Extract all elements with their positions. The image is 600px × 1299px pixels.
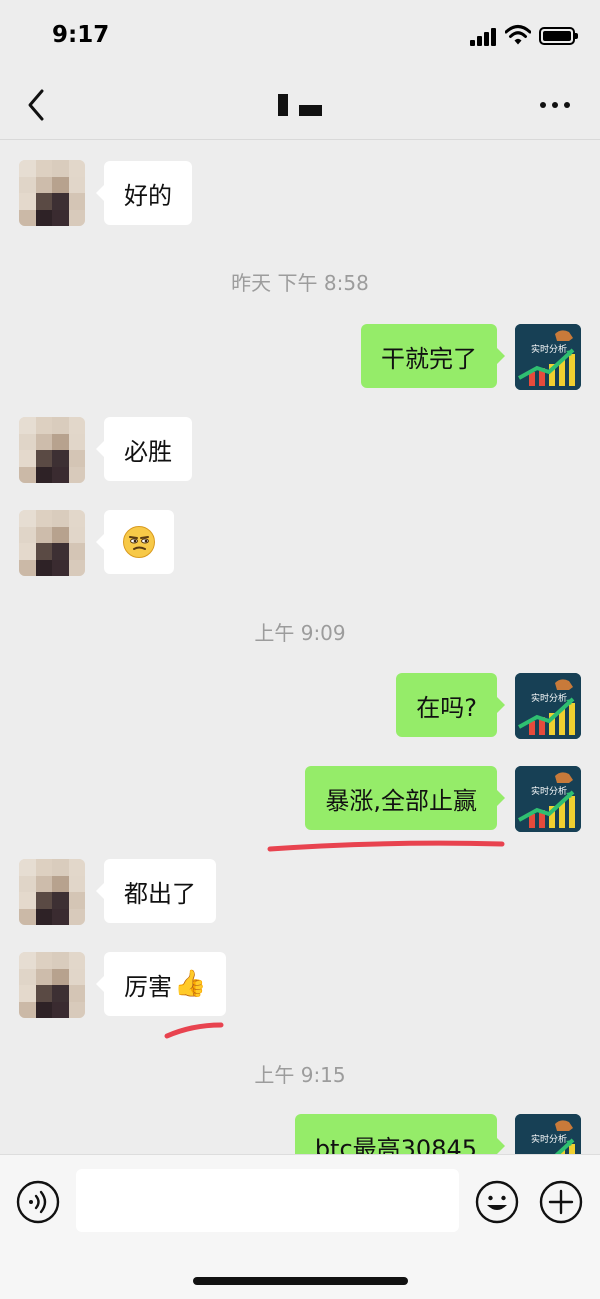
message-text: 必胜 [124, 437, 172, 466]
self-avatar[interactable]: 实时分析 [515, 673, 581, 739]
red-underline-annotation [164, 1022, 224, 1039]
svg-text:实时分析: 实时分析 [531, 692, 567, 704]
friend-avatar[interactable] [19, 417, 85, 483]
self-avatar[interactable]: 实时分析 [515, 1114, 581, 1154]
svg-text:实时分析: 实时分析 [531, 1133, 567, 1145]
message-text: 好的 [124, 181, 172, 210]
timestamp: 上午 9:09 [254, 621, 346, 645]
status-bar: 9:17 [0, 0, 600, 72]
message-text: 干就完了 [381, 344, 477, 373]
red-underline-annotation [267, 840, 505, 852]
friend-message-bubble[interactable] [96, 510, 174, 574]
status-time: 9:17 [52, 22, 110, 48]
plus-icon[interactable] [539, 1180, 583, 1224]
battery-icon [539, 27, 578, 45]
home-indicator[interactable] [193, 1277, 408, 1285]
self-avatar[interactable]: 实时分析 [515, 324, 581, 390]
message-text: 都出了 [124, 879, 196, 908]
friend-message-bubble[interactable]: 必胜 [96, 417, 192, 481]
voice-icon[interactable] [16, 1180, 60, 1224]
message-text: 暴涨,全部止赢 [325, 786, 477, 815]
friend-avatar[interactable] [19, 859, 85, 925]
timestamp: 昨天 下午 8:58 [231, 271, 369, 295]
nav-bar [0, 72, 600, 140]
thumbs-up-emoji: 👍 [174, 969, 207, 999]
emoji-icon[interactable] [475, 1180, 519, 1224]
friend-avatar[interactable] [19, 160, 85, 226]
message-input[interactable] [76, 1169, 459, 1232]
friend-message-bubble[interactable]: 都出了 [96, 859, 216, 923]
self-message-bubble[interactable]: 暴涨,全部止赢 [305, 766, 505, 830]
friend-avatar[interactable] [19, 952, 85, 1018]
chat-history[interactable]: 好的 昨天 下午 8:58 干就完了 实时分析 必胜 上午 9:09 在吗? 实… [0, 141, 600, 1154]
svg-text:实时分析: 实时分析 [531, 785, 567, 797]
self-message-bubble[interactable]: 在吗? [396, 673, 505, 737]
friend-message-bubble[interactable]: 好的 [96, 161, 192, 225]
message-text: 在吗? [416, 693, 477, 722]
wifi-icon [505, 25, 531, 45]
smirk-face-emoji [123, 526, 155, 558]
chat-title [0, 92, 600, 122]
self-avatar[interactable]: 实时分析 [515, 766, 581, 832]
self-message-bubble[interactable]: 干就完了 [361, 324, 505, 388]
message-text: btc最高30845 [314, 1134, 477, 1155]
self-message-bubble[interactable]: btc最高30845 [294, 1114, 506, 1155]
friend-avatar[interactable] [19, 510, 85, 576]
redacted-title-block [278, 92, 322, 118]
svg-text:实时分析: 实时分析 [531, 343, 567, 355]
more-dots-icon[interactable] [538, 100, 572, 110]
message-text: 厉害 [124, 972, 172, 1001]
timestamp: 上午 9:15 [254, 1063, 346, 1087]
signal-icon [470, 28, 498, 46]
friend-message-bubble[interactable]: 厉害 👍 [95, 952, 227, 1016]
